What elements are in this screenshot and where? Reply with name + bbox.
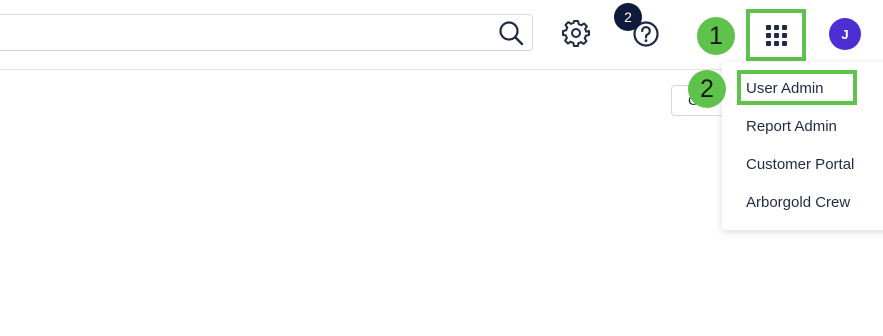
avatar[interactable]: J [829,18,861,50]
search-icon[interactable] [498,20,524,46]
notification-count-badge: 2 [614,3,642,31]
top-bar: 2 1 J [0,0,883,70]
app-launcher-button[interactable] [746,9,806,61]
settings-button[interactable] [560,17,592,49]
menu-item-report-admin[interactable]: Report Admin [746,118,837,135]
user-admin-highlight [737,70,857,105]
step-1-marker: 1 [697,17,735,55]
menu-item-arborgold-crew[interactable]: Arborgold Crew [746,194,850,211]
menu-item-customer-portal[interactable]: Customer Portal [746,156,854,173]
page: 2 1 J C User Admin Report Admin Customer… [0,0,883,336]
step-2-marker: 2 [688,70,726,108]
gear-icon [562,20,590,47]
search-input[interactable] [0,14,533,51]
app-grid-icon [765,24,787,46]
